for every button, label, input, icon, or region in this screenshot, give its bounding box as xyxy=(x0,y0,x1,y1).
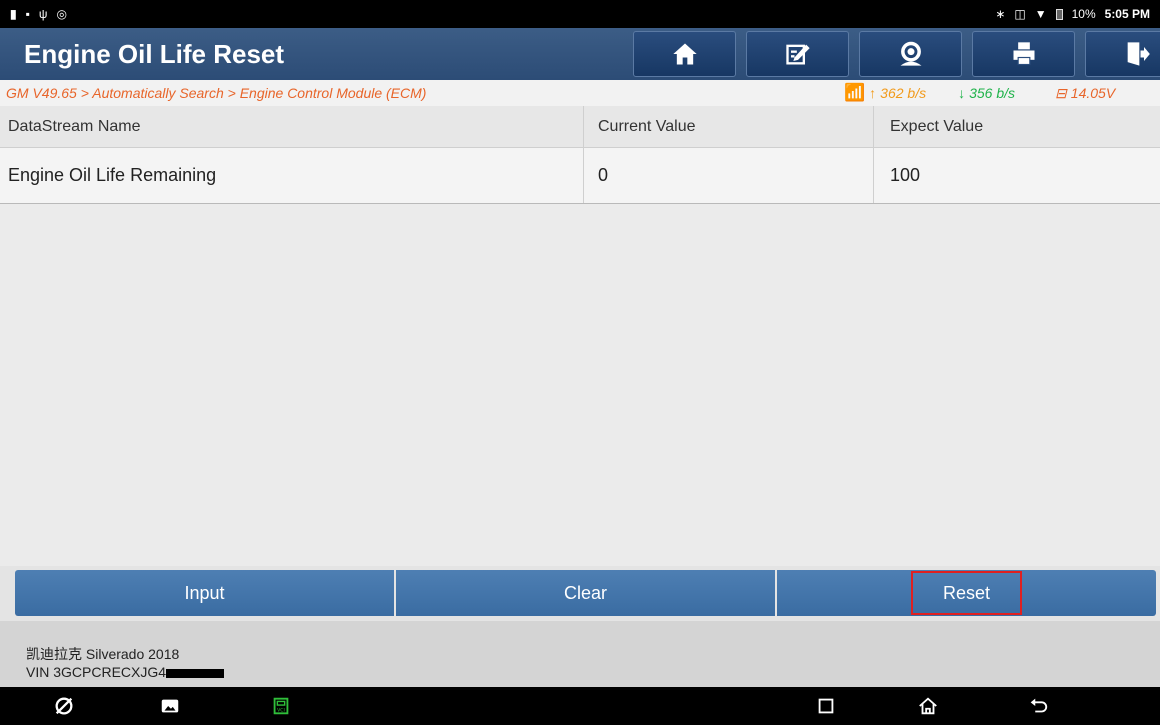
support-icon xyxy=(900,41,921,66)
column-header-name: DataStream Name xyxy=(0,106,584,147)
voltage-value: 14.05V xyxy=(1070,85,1116,101)
datastream-table: DataStream Name Current Value Expect Val… xyxy=(0,106,1160,204)
upload-arrow-icon: ↑ xyxy=(869,85,877,101)
reset-button-label: Reset xyxy=(911,571,1022,615)
connection-status: 📶 ↑ 362 b/s ↓ 356 b/s ⊟ 14.05V xyxy=(844,83,1115,103)
column-header-current: Current Value xyxy=(584,106,874,147)
clear-button[interactable]: Clear xyxy=(396,570,777,616)
edit-icon xyxy=(785,44,810,65)
upload-rate: 362 b/s xyxy=(880,85,927,101)
wifi-signal-icon: ▼ xyxy=(1034,7,1047,21)
app-screen: ▮ ▪ ψ ◎ ∗ ◫ ▼ 10% 5:05 PM Engine Oil Lif… xyxy=(0,0,1160,725)
voltage-icon: ⊟ xyxy=(1055,84,1067,101)
edit-button[interactable] xyxy=(746,31,849,77)
breadcrumb: GM V49.65 > Automatically Search > Engin… xyxy=(6,85,427,101)
download-arrow-icon: ↓ xyxy=(958,85,966,101)
vin-redaction xyxy=(166,668,225,678)
action-buttons: Input Clear Reset xyxy=(15,570,1156,616)
cell-name: Engine Oil Life Remaining xyxy=(0,148,584,203)
vehicle-vin: VIN 3GCPCRECXJG4 xyxy=(26,664,167,680)
bluetooth-icon: ∗ xyxy=(995,7,1006,21)
print-icon xyxy=(1013,42,1034,66)
status-left-icons: ▮ ▪ ψ ◎ xyxy=(10,7,67,21)
vehicle-vin-row: VIN 3GCPCRECXJG4 xyxy=(26,663,1160,681)
battery-saver-icon: ▮ xyxy=(10,7,17,21)
svg-text:VCI: VCI xyxy=(277,708,285,714)
image-icon: ▪ xyxy=(25,7,30,21)
cell-current-value: 0 xyxy=(584,148,874,203)
gallery-icon[interactable] xyxy=(159,695,181,717)
home-button[interactable] xyxy=(633,31,736,77)
table-header: DataStream Name Current Value Expect Val… xyxy=(0,106,1160,148)
browser-icon[interactable] xyxy=(53,695,75,717)
vibrate-icon: ◫ xyxy=(1014,7,1026,21)
breadcrumb-bar: GM V49.65 > Automatically Search > Engin… xyxy=(0,80,1160,106)
table-empty-area xyxy=(0,204,1160,566)
reset-button[interactable]: Reset xyxy=(777,570,1156,616)
home-icon xyxy=(672,43,697,65)
vehicle-info: 凯迪拉克 Silverado 2018 VIN 3GCPCRECXJG4 xyxy=(0,621,1160,687)
print-button[interactable] xyxy=(972,31,1075,77)
page-title: Engine Oil Life Reset xyxy=(24,38,285,69)
status-right-icons: ∗ ◫ ▼ 10% 5:05 PM xyxy=(995,7,1150,21)
table-row[interactable]: Engine Oil Life Remaining 0 100 xyxy=(0,148,1160,204)
toolbar xyxy=(633,31,1160,77)
wifi-icon: 📶 xyxy=(844,83,866,102)
home-nav-icon[interactable] xyxy=(917,695,939,717)
support-button[interactable] xyxy=(859,31,962,77)
android-nav-bar: VCI xyxy=(0,687,1160,725)
title-bar: Engine Oil Life Reset xyxy=(0,28,1160,80)
clock: 5:05 PM xyxy=(1104,7,1150,21)
vci-icon[interactable]: VCI xyxy=(270,695,292,717)
back-icon[interactable] xyxy=(1027,695,1049,717)
download-rate: 356 b/s xyxy=(969,85,1016,101)
battery-icon xyxy=(1055,8,1063,20)
input-button[interactable]: Input xyxy=(15,570,396,616)
column-header-expected: Expect Value xyxy=(890,117,984,135)
usb-icon: ψ xyxy=(38,7,48,21)
cell-expected-value: 100 xyxy=(890,165,921,185)
exit-button[interactable] xyxy=(1085,31,1160,77)
status-bar: ▮ ▪ ψ ◎ ∗ ◫ ▼ 10% 5:05 PM xyxy=(0,0,1160,28)
nfc-icon: ◎ xyxy=(56,7,67,21)
battery-percent: 10% xyxy=(1071,7,1096,21)
action-bar: Input Clear Reset xyxy=(0,566,1160,621)
exit-icon xyxy=(1127,42,1150,66)
vehicle-model: 凯迪拉克 Silverado 2018 xyxy=(26,646,180,662)
recent-apps-icon[interactable] xyxy=(815,695,837,717)
